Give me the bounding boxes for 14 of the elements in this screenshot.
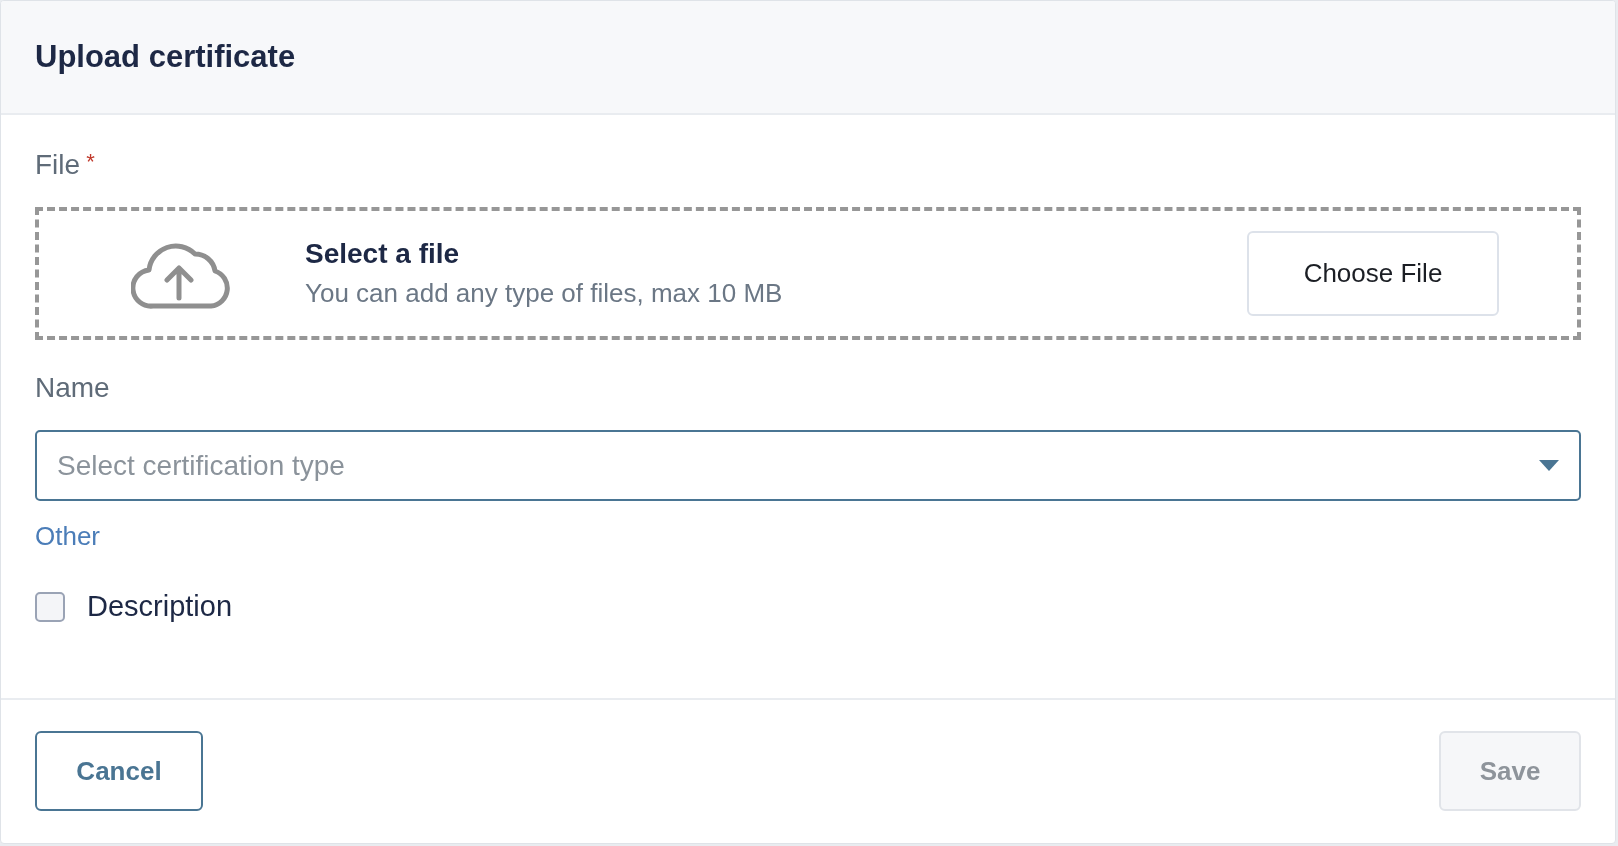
field-label: File (35, 149, 81, 181)
dropzone-hint: You can add any type of files, max 10 MB (305, 278, 784, 309)
required-mark: * (86, 149, 95, 175)
select-field[interactable]: Select certification type (35, 430, 1581, 501)
cancel-button[interactable]: Cancel (35, 731, 203, 811)
choose-file-button[interactable]: Choose File (1247, 231, 1499, 316)
file-dropzone[interactable]: Select a file You can add any type of files, max 10 MB Choose File (35, 207, 1581, 340)
dropzone-title: Select a file (305, 238, 461, 270)
checkbox-label: Description (87, 590, 233, 623)
other-link[interactable]: Other (35, 521, 101, 552)
field-label: Name (35, 372, 110, 404)
checkbox[interactable] (35, 591, 65, 622)
dropdown-caret-icon (1539, 459, 1559, 472)
dialog-title: Upload certificate (35, 39, 296, 75)
